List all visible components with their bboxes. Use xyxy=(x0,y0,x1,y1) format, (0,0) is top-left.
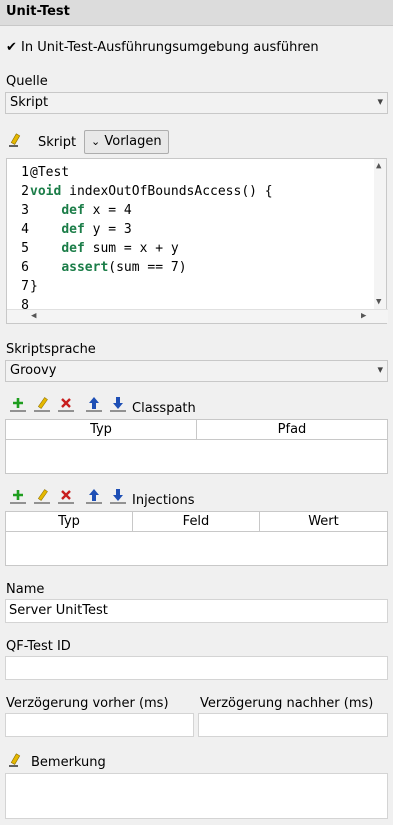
chevron-down-icon: ▾ xyxy=(377,363,383,376)
column-header-pfad[interactable]: Pfad xyxy=(197,420,387,439)
script-toggle[interactable] xyxy=(8,133,22,151)
pencil-icon xyxy=(9,133,21,147)
edit-icon[interactable] xyxy=(32,396,52,412)
remark-label: Bemerkung xyxy=(31,755,106,770)
scroll-right-icon[interactable]: ▶ xyxy=(361,311,366,321)
code-text: x = 4 xyxy=(84,203,132,218)
delay-after-label: Verzögerung nachher (ms) xyxy=(200,696,374,711)
code-text: sum = x + y xyxy=(84,241,179,256)
line-number: 7 xyxy=(21,279,29,294)
injections-label: Injections xyxy=(132,493,195,508)
code-keyword: def xyxy=(61,222,85,237)
templates-label: Vorlagen xyxy=(104,134,162,149)
delay-after-field[interactable] xyxy=(198,713,388,737)
code-keyword: def xyxy=(61,241,85,256)
move-down-icon[interactable] xyxy=(108,488,128,504)
code-line: def y = 3 xyxy=(30,220,273,239)
script-editor[interactable]: 12345678 @Test void indexOutOfBoundsAcces… xyxy=(6,158,388,324)
column-header-typ[interactable]: Typ xyxy=(6,420,197,439)
add-icon[interactable] xyxy=(8,396,28,412)
column-header-feld[interactable]: Feld xyxy=(133,512,260,531)
run-in-env-label: In Unit-Test-Ausführungsumgebung ausführ… xyxy=(21,40,319,55)
script-language-label: Skriptsprache xyxy=(6,342,96,357)
panel-header: Unit-Test xyxy=(0,0,393,26)
panel-title: Unit-Test xyxy=(6,4,70,19)
column-header-typ[interactable]: Typ xyxy=(6,512,133,531)
remark-toggle[interactable] xyxy=(8,753,22,771)
delay-before-label: Verzögerung vorher (ms) xyxy=(6,696,169,711)
code-text: y = 3 xyxy=(84,222,132,237)
line-number: 5 xyxy=(21,241,29,256)
script-language-select[interactable]: Groovy ▾ xyxy=(5,360,388,382)
source-select[interactable]: Skript ▾ xyxy=(5,92,388,114)
code-text: } xyxy=(30,279,38,294)
chevron-down-icon: ▾ xyxy=(377,95,383,108)
move-down-icon[interactable] xyxy=(108,396,128,412)
code-line: void indexOutOfBoundsAccess() { xyxy=(30,182,273,201)
delete-icon[interactable] xyxy=(56,488,76,504)
edit-icon[interactable] xyxy=(32,488,52,504)
add-icon[interactable] xyxy=(8,488,28,504)
code-line: @Test xyxy=(30,163,273,182)
code-line: assert(sum == 7) xyxy=(30,258,273,277)
injections-table[interactable]: Typ Feld Wert xyxy=(5,511,388,566)
code-line: def sum = x + y xyxy=(30,239,273,258)
qftest-id-field[interactable] xyxy=(5,656,388,680)
line-number: 1 xyxy=(21,165,29,180)
classpath-table-header: Typ Pfad xyxy=(6,420,387,440)
remark-field[interactable] xyxy=(5,773,388,819)
script-label: Skript xyxy=(38,135,77,150)
scroll-down-icon[interactable]: ▼ xyxy=(376,297,381,307)
code-line: def x = 4 xyxy=(30,201,273,220)
pencil-icon xyxy=(9,753,21,767)
move-up-icon[interactable] xyxy=(84,488,104,504)
line-number: 4 xyxy=(21,222,29,237)
name-field[interactable]: Server UnitTest xyxy=(5,599,388,623)
code-text: indexOutOfBoundsAccess() { xyxy=(61,184,273,199)
code-line: } xyxy=(30,277,273,296)
code-text: (sum == 7) xyxy=(108,260,187,275)
classpath-table[interactable]: Typ Pfad xyxy=(5,419,388,474)
line-number-gutter: 12345678 xyxy=(7,163,29,315)
checkmark-icon: ✔ xyxy=(6,40,17,55)
name-label: Name xyxy=(6,582,45,597)
move-up-icon[interactable] xyxy=(84,396,104,412)
column-header-wert[interactable]: Wert xyxy=(260,512,387,531)
delete-icon[interactable] xyxy=(56,396,76,412)
line-number: 6 xyxy=(21,260,29,275)
chevron-down-icon: ⌄ xyxy=(91,135,101,148)
source-value: Skript xyxy=(10,95,49,110)
script-language-value: Groovy xyxy=(10,363,57,378)
line-number: 2 xyxy=(21,184,29,199)
source-label: Quelle xyxy=(6,74,48,89)
run-in-env-checkbox[interactable]: ✔ In Unit-Test-Ausführungsumgebung ausfü… xyxy=(6,40,319,55)
code-keyword: def xyxy=(61,203,85,218)
code-text: @Test xyxy=(30,165,70,180)
classpath-toolbar xyxy=(8,396,138,416)
classpath-label: Classpath xyxy=(132,401,196,416)
qftest-id-label: QF-Test ID xyxy=(6,639,71,654)
vertical-scrollbar[interactable]: ▲ ▼ xyxy=(374,159,386,309)
injections-toolbar xyxy=(8,488,138,508)
horizontal-scrollbar[interactable]: ◀ ▶ xyxy=(7,309,388,323)
delay-before-field[interactable] xyxy=(5,713,194,737)
code-keyword: assert xyxy=(61,260,109,275)
line-number: 3 xyxy=(21,203,29,218)
code-area[interactable]: @Test void indexOutOfBoundsAccess() { def… xyxy=(30,163,273,315)
templates-button[interactable]: ⌄ Vorlagen xyxy=(84,130,169,154)
injections-table-header: Typ Feld Wert xyxy=(6,512,387,532)
scroll-left-icon[interactable]: ◀ xyxy=(31,311,36,321)
scroll-up-icon[interactable]: ▲ xyxy=(376,161,381,171)
code-keyword: void xyxy=(30,184,62,199)
